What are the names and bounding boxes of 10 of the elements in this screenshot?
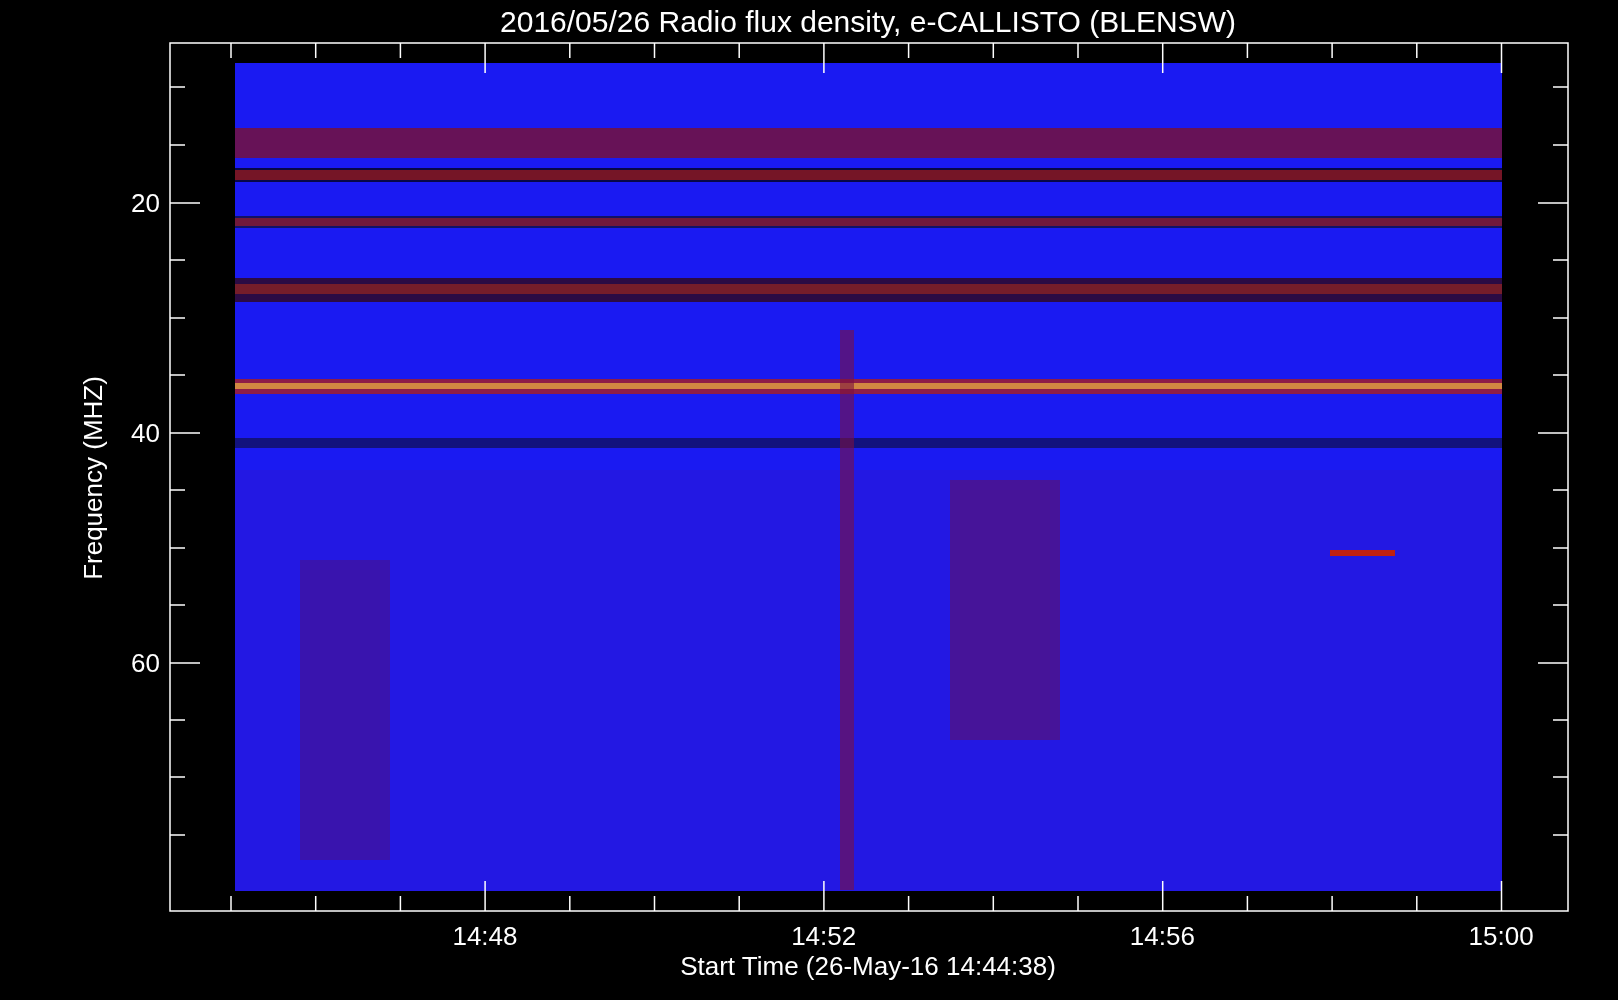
y-tick-label: 20 <box>131 188 160 218</box>
x-tick-label: 15:00 <box>1468 921 1534 951</box>
x-axis-label: Start Time (26-May-16 14:44:38) <box>680 951 1056 981</box>
y-tick-label: 40 <box>131 418 160 448</box>
y-tick-label: 60 <box>131 648 160 678</box>
x-tick-label: 14:48 <box>452 921 518 951</box>
chart-title: 2016/05/26 Radio flux density, e-CALLISTO (BLENSW) <box>500 5 1236 38</box>
y-axis-label: Frequency (MHZ) <box>78 376 108 580</box>
x-tick-label: 14:52 <box>791 921 857 951</box>
x-tick-label: 14:56 <box>1129 921 1195 951</box>
